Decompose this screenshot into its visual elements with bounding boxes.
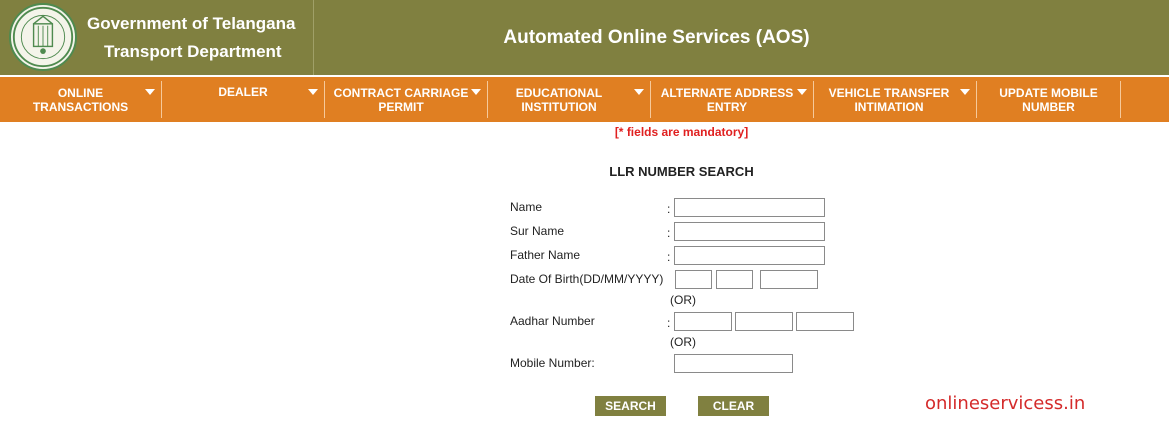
state-emblem-icon <box>9 3 77 71</box>
name-input[interactable] <box>674 198 825 217</box>
chevron-down-icon <box>634 89 644 95</box>
chevron-down-icon <box>960 89 970 95</box>
nav-item-alternate-address-entry[interactable]: ALTERNATE ADDRESS ENTRY <box>651 77 813 122</box>
nav-item-educational-institution[interactable]: EDUCATIONAL INSTITUTION <box>488 77 650 122</box>
colon: : <box>667 250 671 264</box>
surname-input[interactable] <box>674 222 825 241</box>
chevron-down-icon <box>471 89 481 95</box>
dob-year-input[interactable] <box>760 270 818 289</box>
mobile-label: Mobile Number: <box>510 356 595 370</box>
app-title: Automated Online Services (AOS) <box>503 26 810 48</box>
nav-item-vehicle-transfer-intimation[interactable]: VEHICLE TRANSFER INTIMATION <box>814 77 976 122</box>
form-title: LLR NUMBER SEARCH <box>609 164 754 179</box>
nav-label: VEHICLE TRANSFER INTIMATION <box>828 85 950 114</box>
mandatory-note: [* fields are mandatory] <box>614 125 749 139</box>
chevron-down-icon <box>797 89 807 95</box>
department-name: Transport Department <box>104 42 282 61</box>
page-header: Government of Telangana Transport Depart… <box>0 0 1169 75</box>
colon: : <box>667 202 671 216</box>
nav-item-online-transactions[interactable]: ONLINE TRANSACTIONS <box>0 77 161 122</box>
dob-month-input[interactable] <box>716 270 753 289</box>
nav-label: UPDATE MOBILE NUMBER <box>999 85 1098 114</box>
or-separator: (OR) <box>670 335 696 349</box>
nav-item-contract-carriage-permit[interactable]: CONTRACT CARRIAGE PERMIT <box>325 77 487 122</box>
father-name-input[interactable] <box>674 246 825 265</box>
search-button[interactable]: SEARCH <box>595 396 666 416</box>
name-label: Name <box>510 200 543 214</box>
nav-label: ONLINE TRANSACTIONS <box>32 85 129 114</box>
mobile-input[interactable] <box>674 354 793 373</box>
nav-label: CONTRACT CARRIAGE PERMIT <box>333 85 469 114</box>
chevron-down-icon <box>308 89 318 95</box>
aadhar-label: Aadhar Number <box>510 314 595 328</box>
nav-item-dealer[interactable]: DEALER <box>162 77 324 122</box>
aadhar-part3-input[interactable] <box>796 312 854 331</box>
main-nav: ONLINE TRANSACTIONS DEALER CONTRACT CARR… <box>0 77 1169 122</box>
chevron-down-icon <box>145 89 155 95</box>
clear-button[interactable]: CLEAR <box>698 396 769 416</box>
aadhar-part2-input[interactable] <box>735 312 793 331</box>
father-name-label: Father Name <box>510 248 581 262</box>
brand-block: Government of Telangana Transport Depart… <box>0 0 314 75</box>
dob-day-input[interactable] <box>675 270 712 289</box>
or-separator: (OR) <box>670 293 696 307</box>
nav-divider <box>1120 81 1121 118</box>
aadhar-part1-input[interactable] <box>674 312 732 331</box>
surname-label: Sur Name <box>510 224 565 238</box>
colon: : <box>667 226 671 240</box>
nav-label: EDUCATIONAL INSTITUTION <box>515 85 603 114</box>
org-name: Government of Telangana <box>87 14 296 33</box>
colon: : <box>667 316 671 330</box>
dob-label: Date Of Birth(DD/MM/YYYY) <box>510 272 664 286</box>
nav-label: DEALER <box>218 85 268 99</box>
watermark-text: onlineservicess.in <box>925 393 1086 414</box>
nav-label: ALTERNATE ADDRESS ENTRY <box>660 85 794 114</box>
nav-item-update-mobile-number[interactable]: UPDATE MOBILE NUMBER <box>977 77 1120 122</box>
